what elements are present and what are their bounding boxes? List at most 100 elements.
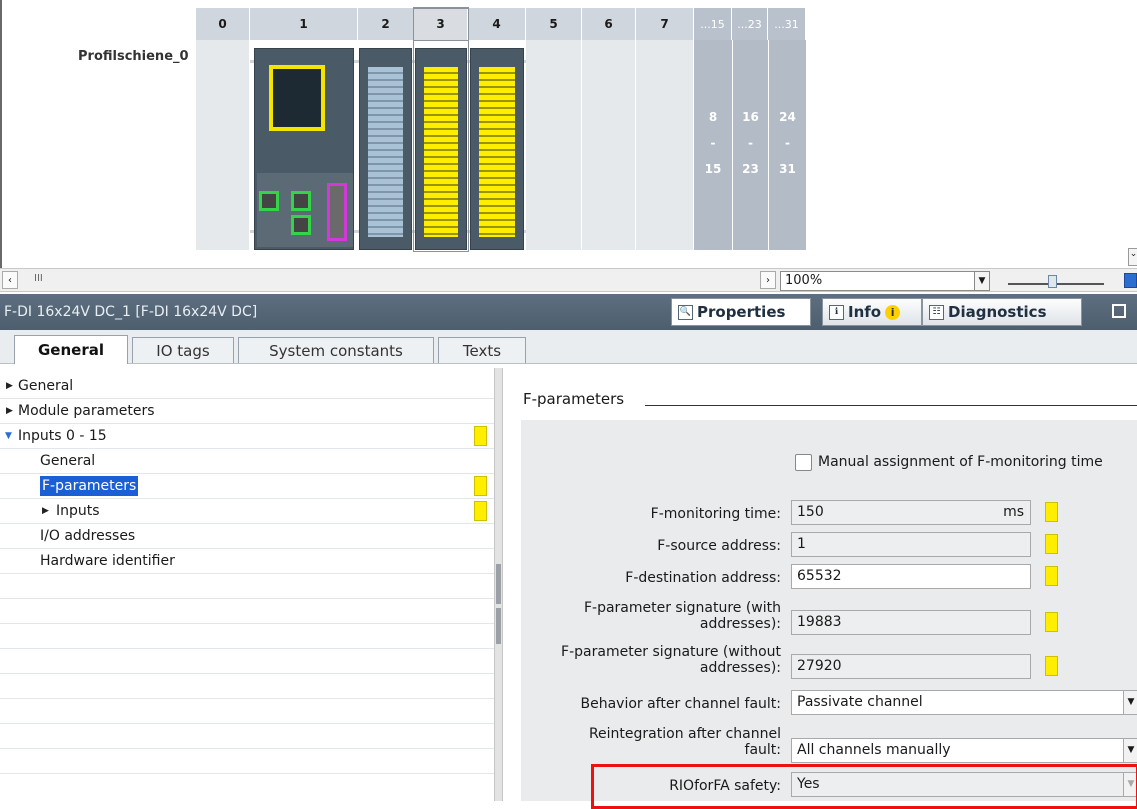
slot-column-7[interactable] <box>636 40 694 250</box>
collapsed-triangle-icon: ▶ <box>6 406 13 416</box>
tab-texts[interactable]: Texts <box>438 337 526 363</box>
nav-item-label: F-parameters <box>38 475 140 497</box>
panel-splitter[interactable] <box>494 368 503 801</box>
nav-empty-row <box>0 599 494 624</box>
slot-header-31[interactable]: ...31 <box>768 8 806 40</box>
slot-group-24-31[interactable]: 24 - 31 <box>769 40 806 250</box>
tab-diagnostics-label: Diagnostics <box>948 303 1047 321</box>
profibus-port-icon <box>327 183 347 241</box>
f-di-module-slot-3[interactable] <box>415 48 467 250</box>
scroll-left-button[interactable]: ‹ <box>2 271 18 289</box>
dropdown-arrow-icon[interactable]: ▼ <box>1123 772 1137 797</box>
status-marker-icon <box>1045 534 1058 554</box>
zoom-select[interactable]: 100% ▼ <box>780 271 990 291</box>
slot-column-5[interactable] <box>526 40 582 250</box>
reintegration-value: All channels manually <box>797 742 951 758</box>
slot-header-3[interactable]: 3 <box>413 7 469 41</box>
f-destination-address-label: F-destination address: <box>625 570 781 586</box>
nav-empty-row <box>0 699 494 724</box>
reintegration-select[interactable]: All channels manually ▼ <box>791 738 1137 763</box>
nav-item-hardware-identifier[interactable]: Hardware identifier <box>0 549 494 574</box>
slot-column-6[interactable] <box>582 40 636 250</box>
slot-header-5[interactable]: 5 <box>526 8 582 40</box>
dropdown-arrow-icon[interactable]: ▼ <box>1123 738 1137 763</box>
label-line-1: F-parameter signature (with <box>583 600 781 616</box>
slot-group-dash: - <box>748 136 753 150</box>
behavior-after-fault-label: Behavior after channel fault: <box>580 696 781 712</box>
slot-group-dash: - <box>785 136 790 150</box>
slot-header-2[interactable]: 2 <box>358 8 414 40</box>
status-marker-icon <box>1045 656 1058 676</box>
f-monitoring-time-field[interactable]: 150 ms <box>791 500 1031 525</box>
profinet-port-2-icon <box>291 191 311 211</box>
device-view: Profilschiene_0 0 1 2 3 4 5 6 7 ...15 ..… <box>0 0 1137 268</box>
rail-name-label: Profilschiene_0 <box>78 49 189 64</box>
nav-item-label: Inputs 0 - 15 <box>18 428 107 444</box>
tab-diagnostics[interactable]: ☷ Diagnostics <box>922 298 1082 326</box>
splitter-grip-bottom[interactable] <box>496 608 501 644</box>
overview-icon[interactable] <box>1124 273 1137 288</box>
scroll-down-button[interactable]: ⌄ <box>1128 248 1137 266</box>
tab-io-tags[interactable]: IO tags <box>132 337 234 363</box>
nav-empty-row <box>0 674 494 699</box>
nav-item-f-parameters[interactable]: F-parameters <box>0 474 494 499</box>
splitter-grip-top[interactable] <box>496 564 501 604</box>
f-parameter-signature-without-field[interactable]: 27920 <box>791 654 1031 679</box>
properties-icon: 🔍 <box>678 304 693 320</box>
nav-item-io-addresses[interactable]: I/O addresses <box>0 524 494 549</box>
tab-info[interactable]: ℹ Info i <box>822 298 922 326</box>
restore-window-icon[interactable] <box>1112 304 1126 318</box>
f-parameter-signature-with-label: F-parameter signature (with addresses): <box>509 600 781 632</box>
slot-header-1[interactable]: 1 <box>250 8 358 40</box>
scroll-right-button[interactable]: › <box>760 271 776 289</box>
f-destination-address-input[interactable]: 65532 <box>791 564 1031 589</box>
slot-group-8-15[interactable]: 8 - 15 <box>694 40 732 250</box>
f-monitoring-time-unit: ms <box>1003 504 1024 520</box>
f-source-address-field[interactable]: 1 <box>791 532 1031 557</box>
nav-item-label: Inputs <box>56 503 100 519</box>
f-parameter-signature-with-field[interactable]: 19883 <box>791 610 1031 635</box>
cpu-display <box>269 65 325 131</box>
manual-assignment-checkbox[interactable] <box>795 454 812 471</box>
dropdown-arrow-icon[interactable]: ▼ <box>1123 690 1137 715</box>
nav-empty-row <box>0 724 494 749</box>
inspector-title: F-DI 16x24V DC_1 [F-DI 16x24V DC] <box>4 304 258 320</box>
cpu-module[interactable] <box>254 48 354 250</box>
slot-header-6[interactable]: 6 <box>582 8 636 40</box>
tab-system-constants[interactable]: System constants <box>238 337 434 363</box>
module-channel-strip <box>479 67 515 237</box>
f-di-module-slot-4[interactable] <box>470 48 524 250</box>
rioforfa-safety-select[interactable]: Yes ▼ <box>791 772 1137 797</box>
nav-item-inputs-0-15[interactable]: ▼ Inputs 0 - 15 <box>0 424 494 449</box>
manual-assignment-label: Manual assignment of F-monitoring time <box>818 454 1103 470</box>
slot-column-0[interactable] <box>196 40 250 250</box>
slot-group-dash: - <box>710 136 716 150</box>
nav-item-general[interactable]: ▶ General <box>0 374 494 399</box>
slot-group-start: 24 <box>779 110 796 124</box>
zoom-slider-thumb[interactable] <box>1048 275 1057 288</box>
status-marker-icon <box>1045 566 1058 586</box>
slot-header-4[interactable]: 4 <box>468 8 526 40</box>
nav-empty-row <box>0 749 494 774</box>
behavior-after-fault-select[interactable]: Passivate channel ▼ <box>791 690 1137 715</box>
label-line-2: addresses): <box>699 660 781 676</box>
slot-header-7[interactable]: 7 <box>636 8 694 40</box>
slot-group-16-23[interactable]: 16 - 23 <box>733 40 768 250</box>
info-badge-icon: i <box>885 304 901 320</box>
nav-item-inputs-general[interactable]: General <box>0 449 494 474</box>
tab-properties[interactable]: 🔍 Properties <box>671 298 811 326</box>
scroll-thumb[interactable]: III <box>34 273 43 284</box>
nav-item-inputs[interactable]: ▶ Inputs <box>0 499 494 524</box>
tab-general[interactable]: General <box>14 335 128 364</box>
slot-header-0[interactable]: 0 <box>196 8 250 40</box>
slot-header-23[interactable]: ...23 <box>732 8 768 40</box>
nav-item-module-parameters[interactable]: ▶ Module parameters <box>0 399 494 424</box>
slot-header-15[interactable]: ...15 <box>694 8 732 40</box>
f-monitoring-time-label: F-monitoring time: <box>650 506 781 522</box>
label-line-2: addresses): <box>699 616 781 632</box>
f-parameter-signature-without-label: F-parameter signature (without addresses… <box>509 644 781 676</box>
f-source-address-label: F-source address: <box>657 538 781 554</box>
module-slot-2[interactable] <box>359 48 412 250</box>
zoom-dropdown-icon[interactable]: ▼ <box>974 271 990 291</box>
nav-item-label: I/O addresses <box>40 528 136 544</box>
